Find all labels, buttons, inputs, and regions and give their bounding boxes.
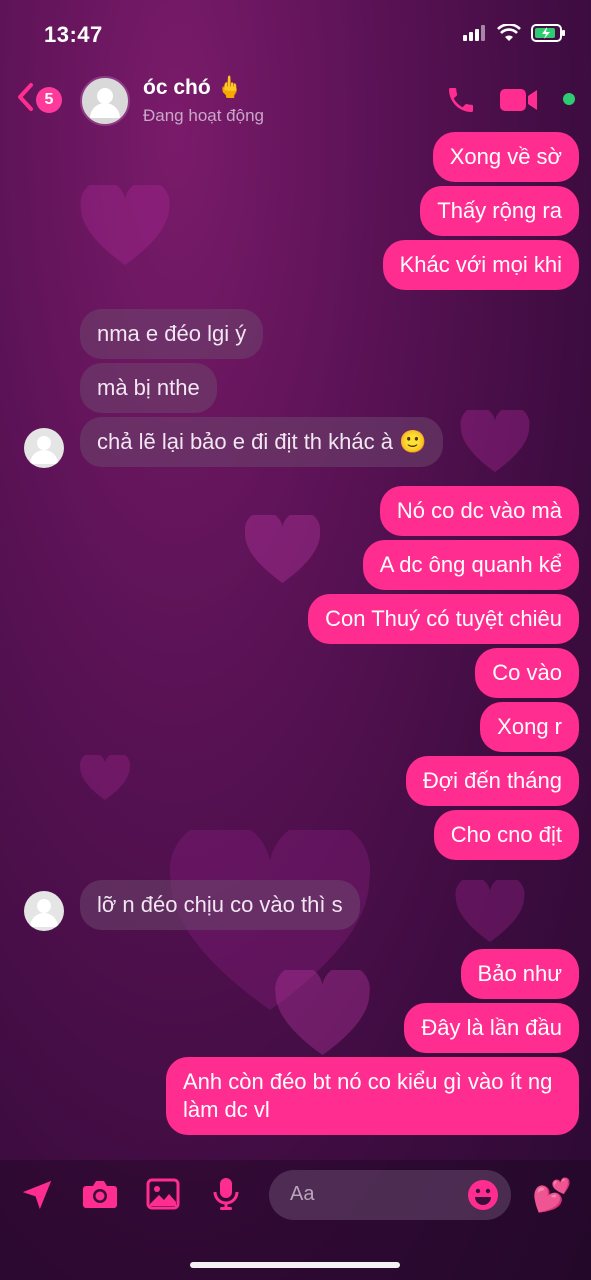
composer-bar: Aa 💕 [0, 1160, 591, 1280]
bg-heart [80, 755, 130, 800]
wifi-icon [497, 23, 521, 47]
bg-heart [245, 515, 320, 583]
home-indicator [190, 1262, 400, 1268]
back-button[interactable]: 5 [16, 82, 62, 117]
sender-avatar[interactable] [24, 891, 64, 931]
contact-name[interactable]: óc chó 🖕 [143, 76, 243, 100]
online-status-dot [563, 93, 575, 105]
status-bar: 13:47 [0, 0, 591, 70]
bg-heart [455, 880, 525, 942]
message-incoming[interactable]: chả lẽ lại bảo e đi địt th khác à 🙂 [80, 417, 444, 467]
microphone-icon[interactable] [212, 1176, 240, 1217]
message-incoming[interactable]: nma e đéo lgi ý [80, 309, 264, 359]
message-outgoing[interactable]: Xong r [480, 702, 579, 752]
gallery-icon[interactable] [146, 1178, 180, 1215]
contact-status: Đang hoạt động [143, 106, 264, 125]
message-outgoing[interactable]: Co vào [475, 648, 579, 698]
message-outgoing[interactable]: Thấy rộng ra [420, 186, 579, 236]
unread-count-badge: 5 [36, 86, 62, 113]
header-actions [445, 84, 569, 121]
message-outgoing[interactable]: Con Thuý có tuyệt chiêu [308, 594, 579, 644]
message-outgoing[interactable]: Xong về sờ [432, 132, 579, 182]
status-time: 13:47 [44, 22, 103, 47]
emoji-icon[interactable] [467, 1179, 499, 1216]
battery-icon [531, 24, 567, 47]
bg-heart [275, 970, 370, 1055]
status-icons [463, 23, 567, 47]
chevron-left-icon [16, 82, 34, 117]
phone-icon[interactable] [445, 84, 477, 121]
message-incoming[interactable]: mà bị nthe [80, 363, 217, 413]
like-hearts-icon[interactable]: 💕 [532, 1176, 572, 1214]
message-outgoing[interactable]: A dc ông quanh kể [362, 540, 579, 590]
message-outgoing[interactable]: Bảo như [460, 949, 579, 999]
message-incoming[interactable]: lỡ n đéo chịu co vào thì s [80, 880, 360, 930]
contact-avatar[interactable] [80, 76, 130, 126]
message-input[interactable]: Aa [269, 1170, 511, 1220]
signal-icon [463, 25, 487, 46]
bg-heart [80, 185, 170, 265]
send-location-icon[interactable] [20, 1178, 54, 1217]
message-outgoing[interactable]: Khác với mọi khi [382, 240, 579, 290]
message-outgoing[interactable]: Anh còn đéo bt nó co kiểu gì vào ít ng l… [166, 1057, 579, 1135]
message-outgoing[interactable]: Đây là lần đầu [404, 1003, 579, 1053]
message-outgoing[interactable]: Nó co dc vào mà [379, 486, 579, 536]
message-outgoing[interactable]: Cho cno địt [433, 810, 579, 860]
bg-heart [460, 410, 530, 472]
sender-avatar[interactable] [24, 428, 64, 468]
message-input-placeholder: Aa [290, 1183, 315, 1205]
message-outgoing[interactable]: Đợi đến tháng [405, 756, 579, 806]
camera-icon[interactable] [82, 1178, 118, 1215]
video-call-icon[interactable] [499, 86, 539, 119]
chat-header: 5 óc chó 🖕 Đang hoạt động [0, 70, 591, 130]
